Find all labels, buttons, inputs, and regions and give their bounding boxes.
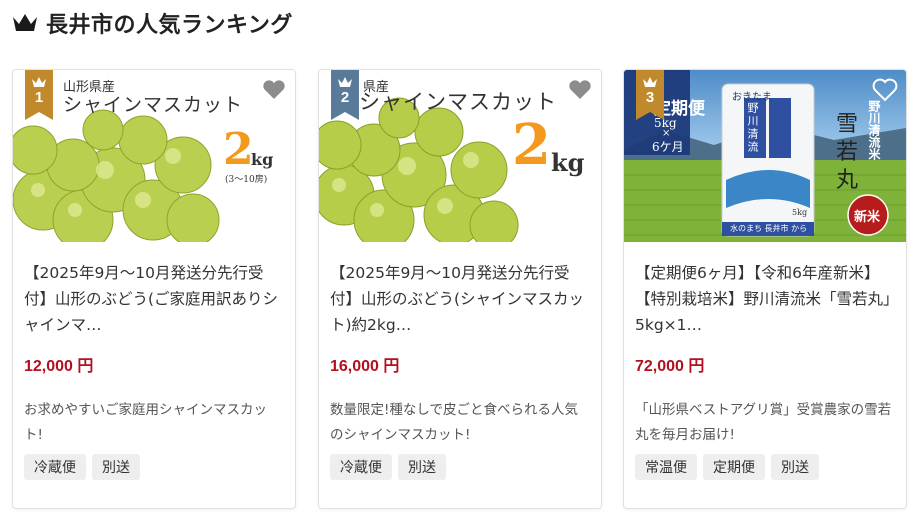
image-weight-number: 2 (223, 124, 254, 175)
product-price: 16,000 円 (330, 358, 400, 375)
rank-number: 2 (340, 89, 350, 106)
tag-list: 冷蔵便 別送 (330, 454, 589, 480)
heart-icon[interactable] (567, 78, 593, 102)
product-card[interactable]: 定期便 5kg × 6ケ月 おきたま 野川清流 水のまち 長井市 から 5kg … (623, 69, 907, 509)
product-title[interactable]: 【2025年9月～10月発送分先行受付】山形のぶどう(シャインマスカット)約2k… (330, 260, 589, 338)
product-description: 数量限定!種なしで皮ごと食べられる人気のシャインマスカット! (330, 402, 579, 443)
product-image[interactable]: 県産 シャインマスカット 2 kg (319, 70, 601, 242)
crown-icon (13, 14, 37, 31)
tag: 常温便 (635, 454, 697, 480)
ranking-header: 長井市の人気ランキング (12, 8, 293, 38)
product-title[interactable]: 【2025年9月～10月発送分先行受付】山形のぶどう(ご家庭用訳ありシャインマ… (24, 260, 283, 338)
product-card[interactable]: 県産 シャインマスカット 2 kg 2 【2025年9月～10月発送分先行受付】… (318, 69, 602, 509)
page-title: 長井市の人気ランキング (46, 13, 293, 38)
product-image[interactable]: 山形県産 シャインマスカット 2 kg (3～10房) (13, 70, 295, 242)
product-title[interactable]: 【定期便6ヶ月】【令和6年産新米】【特別栽培米】野川清流米「雪若丸」5kg×1… (635, 260, 894, 338)
tag: 別送 (92, 454, 140, 480)
heart-icon[interactable] (261, 78, 287, 102)
image-weight-unit: kg (551, 148, 585, 177)
card-body: 【2025年9月～10月発送分先行受付】山形のぶどう(シャインマスカット)約2k… (319, 242, 601, 480)
product-description: お求めやすいご家庭用シャインマスカット! (24, 402, 267, 443)
tag: 冷蔵便 (24, 454, 86, 480)
crown-icon (32, 77, 46, 87)
rank-number: 3 (645, 89, 655, 106)
bag-label-text: 野川清流 (746, 102, 759, 154)
bag-caption-text: 水のまち 長井市 から (730, 224, 808, 233)
product-description: 「山形県ベストアグリ賞」受賞農家の雪若丸を毎月お届け! (635, 402, 892, 443)
image-period-text: (3～10房) (225, 175, 268, 185)
tag-list: 冷蔵便 別送 (24, 454, 283, 480)
image-product-text: シャインマスカット (63, 94, 244, 116)
tag: 冷蔵便 (330, 454, 392, 480)
image-weight-unit: kg (251, 150, 274, 169)
image-rice-name: 丸 (836, 168, 859, 193)
heart-icon[interactable] (872, 78, 898, 102)
image-brand-text: 野川清流米 (867, 100, 881, 160)
image-weight-number: 2 (512, 112, 551, 178)
crown-icon (643, 77, 657, 87)
product-card[interactable]: 山形県産 シャインマスカット 2 kg (3～10房) 1 【2025年9月～1… (12, 69, 296, 509)
tag: 定期便 (703, 454, 765, 480)
card-body: 【2025年9月～10月発送分先行受付】山形のぶどう(ご家庭用訳ありシャインマ…… (13, 242, 295, 480)
crown-icon (338, 77, 352, 87)
card-body: 【定期便6ヶ月】【令和6年産新米】【特別栽培米】野川清流米「雪若丸」5kg×1…… (624, 242, 906, 480)
tag: 別送 (398, 454, 446, 480)
tag: 別送 (771, 454, 819, 480)
product-image[interactable]: 定期便 5kg × 6ケ月 おきたま 野川清流 水のまち 長井市 から 5kg … (624, 70, 906, 242)
tag-list: 常温便 定期便 別送 (635, 454, 894, 480)
product-price: 72,000 円 (635, 358, 705, 375)
rank-number: 1 (34, 89, 44, 106)
product-price: 12,000 円 (24, 358, 94, 375)
bag-top-text: おきたま (732, 92, 772, 103)
image-new-badge: 新米 (854, 210, 881, 225)
bag-weight-text: 5kg (792, 208, 808, 217)
image-plan-detail: 6ケ月 (652, 140, 684, 154)
